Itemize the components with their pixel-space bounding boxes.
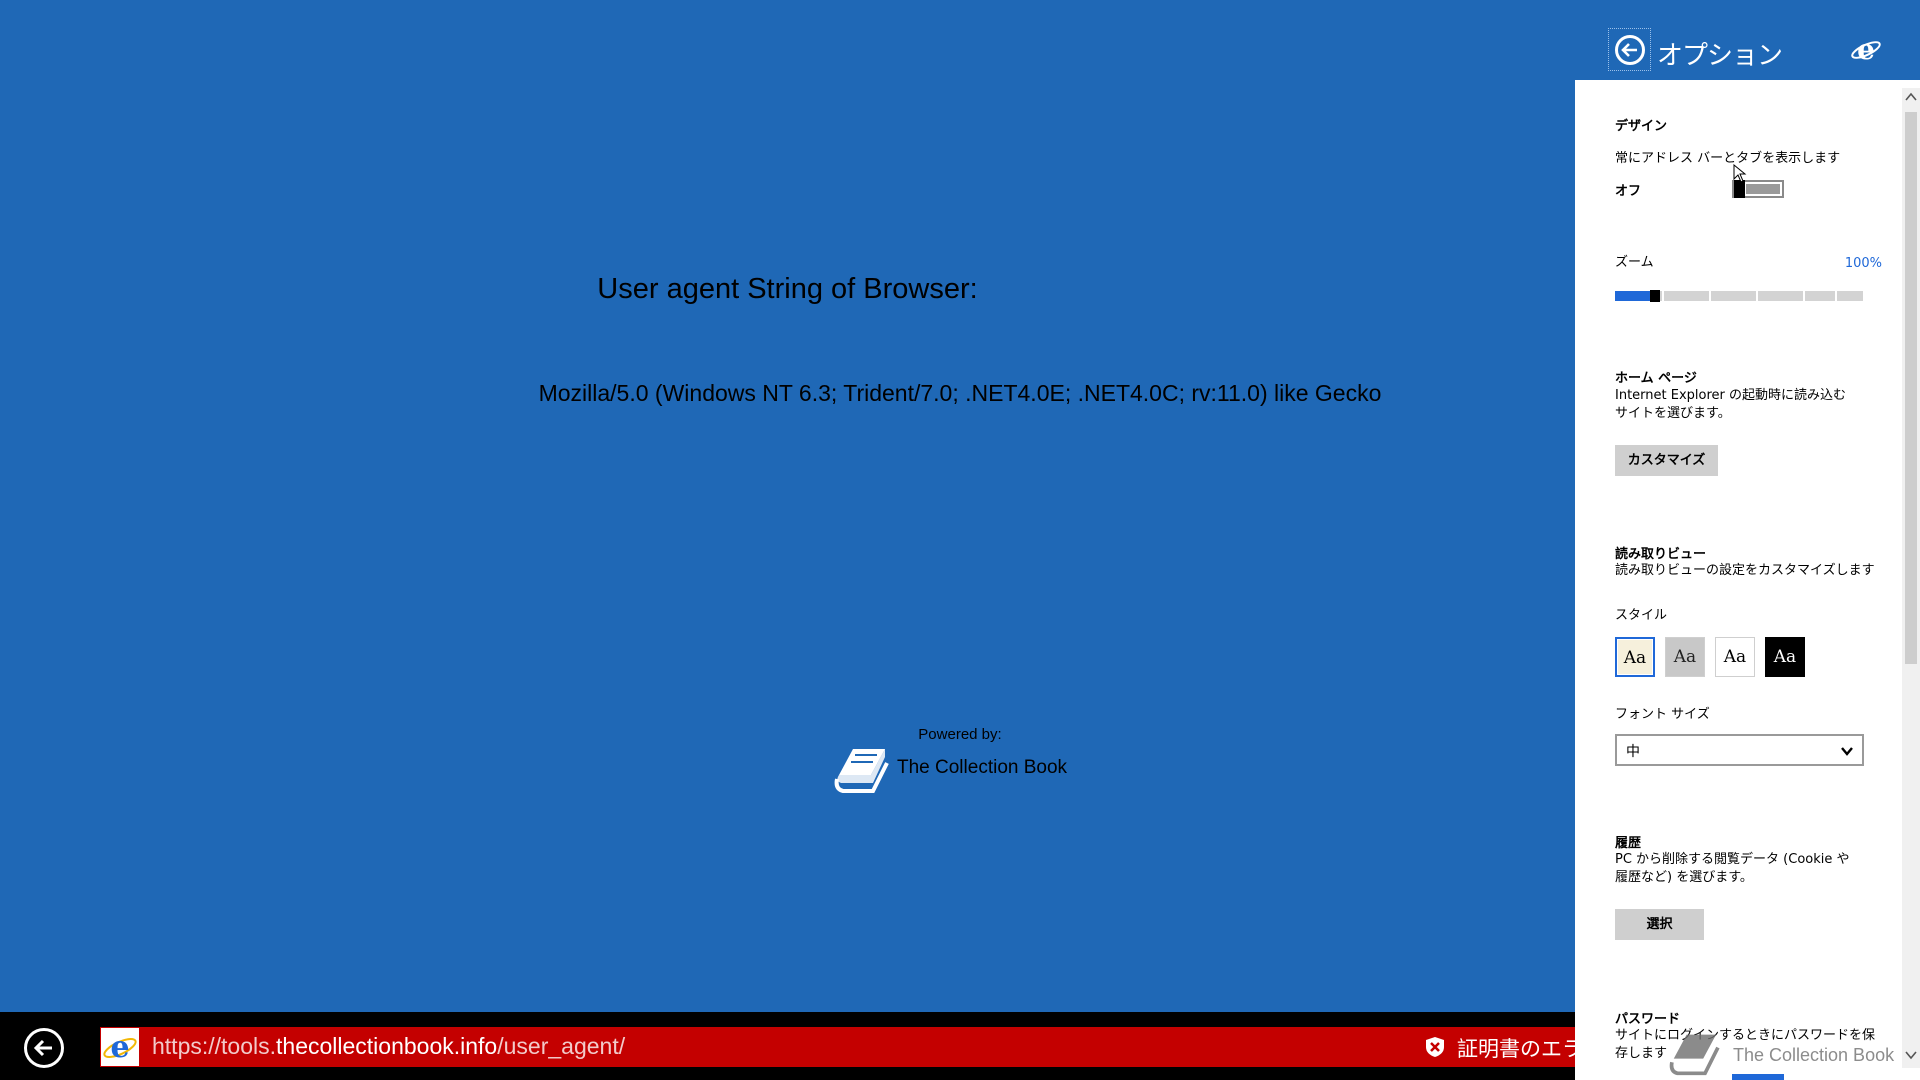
history-heading: 履歴 bbox=[1615, 836, 1642, 851]
password-toggle[interactable] bbox=[1732, 1074, 1784, 1080]
password-heading: パスワード bbox=[1615, 1012, 1681, 1027]
zoom-tick bbox=[1756, 291, 1758, 301]
reading-style-white[interactable]: Aa bbox=[1715, 637, 1755, 677]
font-size-label: フォント サイズ bbox=[1615, 707, 1710, 722]
certificate-error-label[interactable]: 証明書のエラー bbox=[1457, 1033, 1575, 1063]
select-button[interactable]: 選択 bbox=[1615, 909, 1704, 940]
zoom-tick bbox=[1803, 291, 1805, 301]
font-size-select[interactable]: 中 bbox=[1615, 734, 1864, 766]
brand-name[interactable]: The Collection Book bbox=[897, 757, 1067, 779]
scrollbar-thumb[interactable] bbox=[1905, 112, 1917, 664]
web-page-content bbox=[0, 0, 1575, 1012]
mouse-cursor-icon bbox=[1733, 164, 1747, 183]
always-show-label: 常にアドレス バーとタブを表示します bbox=[1615, 151, 1841, 166]
home-page-desc-1: Internet Explorer の起動時に読み込む bbox=[1615, 388, 1847, 403]
svg-text:e: e bbox=[1857, 33, 1875, 65]
reading-view-heading: 読み取りビュー bbox=[1615, 547, 1707, 562]
scroll-up-arrow-icon[interactable] bbox=[1905, 92, 1917, 102]
url-path: /user_agent/ bbox=[497, 1033, 626, 1059]
home-page-heading: ホーム ページ bbox=[1615, 371, 1697, 386]
reading-style-gray[interactable]: Aa bbox=[1665, 637, 1705, 677]
zoom-value: 100% bbox=[1844, 256, 1882, 271]
chevron-down-icon bbox=[1841, 747, 1853, 756]
zoom-fill bbox=[1615, 291, 1655, 301]
ie-icon: e bbox=[103, 1030, 137, 1065]
options-pane: オプション e デザイン 常にアドレス バーとタブを表示します オフ ズーム 1… bbox=[1575, 0, 1920, 1080]
zoom-tick bbox=[1709, 291, 1711, 301]
zoom-thumb[interactable] bbox=[1650, 290, 1660, 302]
url-domain: thecollectionbook.info bbox=[276, 1033, 498, 1059]
ua-heading: User agent String of Browser: bbox=[597, 273, 978, 305]
design-heading: デザイン bbox=[1615, 119, 1668, 134]
zoom-slider[interactable] bbox=[1615, 290, 1863, 302]
reading-style-black[interactable]: Aa bbox=[1765, 637, 1805, 677]
zoom-tick bbox=[1662, 291, 1664, 301]
font-size-value: 中 bbox=[1626, 744, 1640, 760]
password-desc-2: 存します bbox=[1615, 1046, 1668, 1061]
url-prefix: https://tools. bbox=[152, 1033, 277, 1059]
history-desc-1: PC から削除する閲覧データ (Cookie や bbox=[1615, 852, 1850, 867]
back-button[interactable] bbox=[24, 1028, 64, 1068]
book-icon[interactable] bbox=[833, 745, 889, 795]
password-desc-1: サイトにログインするときにパスワードを保 bbox=[1615, 1028, 1876, 1043]
book-icon bbox=[1669, 1034, 1720, 1076]
options-back-button[interactable] bbox=[1608, 28, 1651, 71]
url-text[interactable]: https://tools.thecollectionbook.info/use… bbox=[152, 1033, 625, 1060]
svg-text:e: e bbox=[110, 1030, 129, 1065]
ie-icon: e bbox=[1851, 33, 1881, 65]
back-arrow-icon bbox=[1615, 35, 1645, 65]
toggle-state-label: オフ bbox=[1615, 184, 1642, 199]
toggle-track bbox=[1746, 184, 1780, 194]
home-page-desc-2: サイトを選びます。 bbox=[1615, 406, 1731, 421]
shield-error-icon[interactable] bbox=[1424, 1036, 1446, 1058]
style-label: スタイル bbox=[1615, 608, 1668, 623]
zoom-tick bbox=[1835, 291, 1837, 301]
back-arrow-icon bbox=[33, 1039, 52, 1057]
customize-button[interactable]: カスタマイズ bbox=[1615, 445, 1718, 476]
reading-view-desc: 読み取りビューの設定をカスタマイズします bbox=[1615, 563, 1875, 578]
scroll-down-arrow-icon[interactable] bbox=[1905, 1050, 1917, 1060]
history-desc-2: 履歴など) を選びます。 bbox=[1615, 870, 1753, 885]
options-title: オプション bbox=[1657, 41, 1783, 71]
site-icon: e bbox=[101, 1028, 139, 1066]
watermark-brand-name: The Collection Book bbox=[1733, 1045, 1895, 1065]
reading-style-sepia[interactable]: Aa bbox=[1615, 637, 1655, 677]
zoom-label: ズーム bbox=[1615, 255, 1654, 270]
